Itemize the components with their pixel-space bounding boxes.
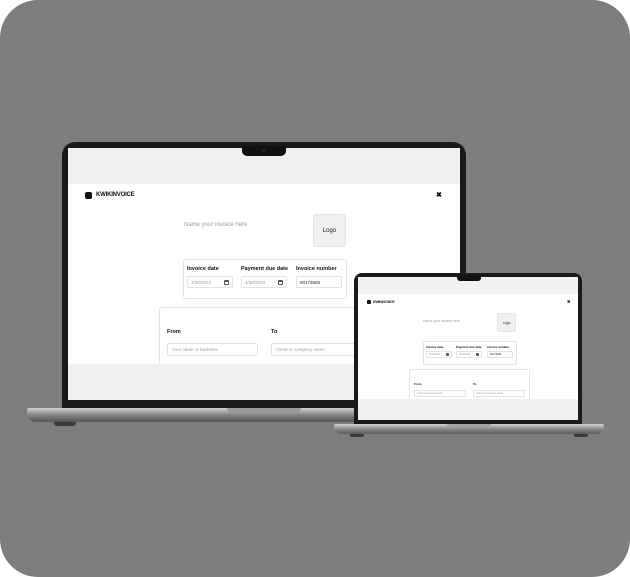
brand-logo-icon [85,192,92,199]
payment-due-date-field[interactable]: 3/30/2023 [456,351,482,358]
to-placeholder: Client or company name [276,347,325,352]
to-placeholder: Client or company name [476,392,504,395]
invoice-date-label: Invoice date [426,345,444,349]
logo-label: Logo [502,320,511,325]
logo-label: Logo [322,227,337,234]
brand-name: KWIKINVOICE [96,192,135,198]
trackpad-notch [447,424,491,427]
calendar-icon[interactable] [278,279,283,285]
invoice-details-card: Invoice date 3/30/2023 Payment due date … [423,341,517,365]
from-label: From [167,329,181,335]
to-input[interactable]: Client or company name [271,343,362,356]
invoice-number-field[interactable]: 00173828 [296,276,342,288]
invoice-date-label: Invoice date [187,266,219,272]
invoice-number-label: Invoice number [487,345,510,349]
invoice-number-label: Invoice number [296,266,337,272]
payment-due-date-value: 3/30/2023 [459,353,471,356]
payment-due-date-value: 3/30/2023 [245,279,266,285]
from-placeholder: Your name or business [417,392,443,395]
laptop-foot [350,434,364,437]
to-input[interactable]: Client or company name [473,390,525,397]
small-laptop-screen: KWIKINVOICE ✖ Logo Invoice date 3/30/202… [358,277,578,420]
brand-name: KWIKINVOICE [373,300,395,304]
small-laptop-notch [457,275,481,281]
invoice-app: KWIKINVOICE ✖ Logo Invoice date 3/30/202… [358,294,578,411]
to-label: To [473,382,477,386]
close-icon[interactable]: ✖ [436,192,442,199]
invoice-details-card: Invoice date 3/30/2023 Payment due date … [183,259,347,299]
invoice-number-value: 00173828 [490,353,502,356]
invoice-number-value: 00173828 [300,279,321,285]
logo-upload-box[interactable]: Logo [313,214,346,247]
screen-footer-band [358,399,578,420]
payment-due-date-label: Payment due date [456,345,482,349]
invoice-title-input[interactable] [423,318,471,324]
calendar-icon[interactable] [224,279,229,285]
invoice-number-field[interactable]: 00173828 [487,351,513,358]
payment-due-date-label: Payment due date [241,266,289,272]
invoice-date-value: 3/30/2023 [191,279,212,285]
small-laptop-base [334,424,604,434]
invoice-date-value: 3/30/2023 [429,353,441,356]
mockup-background: KWIKINVOICE ✖ Logo Invoice date 3/30/202… [0,0,630,577]
laptop-foot [54,422,76,426]
calendar-icon[interactable] [446,353,449,356]
from-input[interactable]: Your name or business [167,343,258,356]
payment-due-date-field[interactable]: 3/30/2023 [241,276,287,288]
to-label: To [271,329,278,335]
trackpad-notch [227,408,301,412]
large-laptop-notch [242,146,286,156]
camera-icon [262,149,265,152]
from-input[interactable]: Your name or business [414,390,466,397]
laptop-foot [574,434,588,437]
from-label: From [414,382,422,386]
invoice-title-input[interactable] [184,220,264,230]
invoice-date-field[interactable]: 3/30/2023 [187,276,233,288]
invoice-date-field[interactable]: 3/30/2023 [426,351,452,358]
close-icon[interactable]: ✖ [567,300,570,304]
from-placeholder: Your name or business [172,347,218,352]
calendar-icon[interactable] [476,353,479,356]
brand-logo-icon [367,300,371,304]
logo-upload-box[interactable]: Logo [497,313,516,332]
